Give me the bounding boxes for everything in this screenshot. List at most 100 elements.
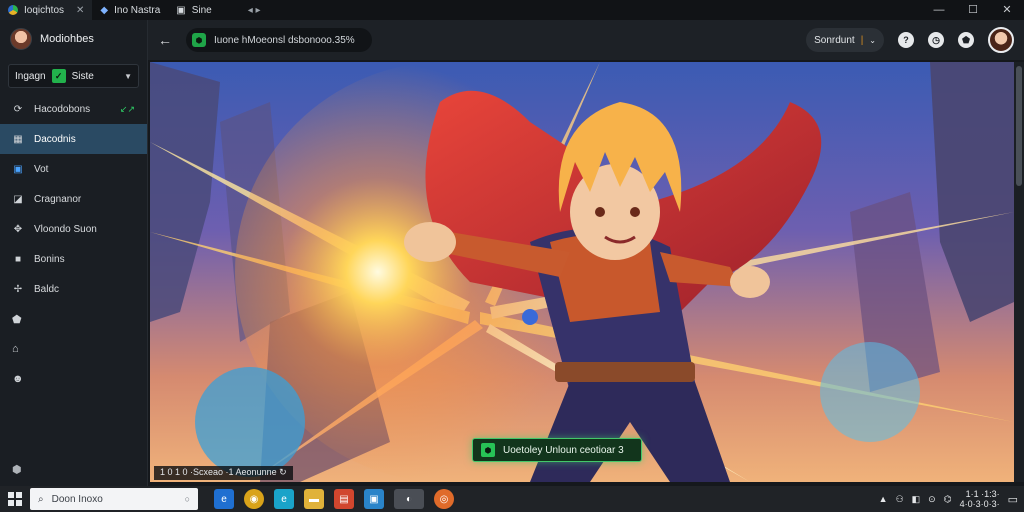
home-icon[interactable]: ⌂ — [0, 334, 147, 364]
back-arrow-icon[interactable]: ← — [158, 32, 176, 48]
help-icon[interactable]: ? — [898, 32, 914, 48]
media-icon[interactable]: ◎ — [434, 489, 454, 509]
cortana-icon[interactable]: ○ — [185, 494, 190, 504]
top-right-controls: Sonrdunt | ⌄ ? ◷ ⬟ — [806, 27, 1014, 53]
search-placeholder: Doon Inoxo — [51, 493, 103, 505]
shield-icon[interactable]: ⬟ — [0, 304, 147, 334]
edge-icon[interactable]: e — [274, 489, 294, 509]
chevron-down-icon: ⌄ — [869, 35, 876, 45]
windows-start-icon[interactable] — [6, 490, 24, 508]
system-tray: ▲ ⚇ ◧ ⊙ ⌬ 1·1 ·1:3· 4·0·3·0·3· ▭ — [879, 489, 1018, 509]
dropdown-label: Sonrdunt — [814, 34, 855, 46]
sidebar-item-label: Dacodnis — [34, 133, 76, 145]
people-icon[interactable]: ☻ — [0, 364, 147, 394]
profile-name: Modiohbes — [40, 33, 94, 45]
scrollbar-thumb[interactable] — [1016, 66, 1022, 186]
expand-icon: ↙↗ — [119, 103, 135, 114]
sidebar-item-dacodnis[interactable]: ▦ Dacodnis — [0, 124, 147, 154]
game-viewport[interactable]: 1 0 1 0 ·Scxeao ·1 Aeonunne ↻ ⬢ Uoetoley… — [150, 62, 1014, 482]
sidebar-item-label: Hacodobons — [34, 103, 91, 115]
tab-label: Ino Nastra — [114, 4, 161, 16]
page-icon: ▣ — [176, 4, 186, 16]
address-text: Iuone hMoeonsl dsbonooo.35% — [214, 34, 355, 46]
sidebar-item-cragnanor[interactable]: ◪ Cragnanor — [0, 184, 147, 214]
maximize-button[interactable]: ☐ — [956, 0, 990, 20]
tab-label: Sine — [191, 4, 212, 16]
sidebar-item-label: Baldc — [34, 283, 60, 295]
clock-icon[interactable]: ◷ — [928, 32, 944, 48]
sidebar: Modiohbes Ingagn ✓ Siste ▼ ⟳ Hacodobons … — [0, 20, 148, 486]
account-dropdown[interactable]: Sonrdunt | ⌄ — [806, 28, 884, 52]
status-line: 1 0 1 0 ·Scxeao ·1 Aeonunne ↻ — [154, 466, 293, 480]
unlock-button-label: Uoetoley Unloun ceotioar 3 — [503, 444, 624, 456]
app-logo-icon — [8, 5, 18, 15]
calendar-icon: ▦ — [13, 133, 23, 145]
profile-header[interactable]: Modiohbes — [0, 20, 147, 58]
sidebar-item-label: Cragnanor — [34, 193, 82, 205]
clock[interactable]: 1·1 ·1:3· 4·0·3·0·3· — [960, 489, 1000, 509]
window-icon[interactable]: ▣ — [364, 489, 384, 509]
user-avatar[interactable] — [988, 27, 1014, 53]
puzzle-icon: ✢ — [13, 283, 23, 295]
tab-sine[interactable]: ▣ Sine ◂ ▸ — [168, 0, 268, 20]
tag-icon: ◪ — [13, 193, 23, 205]
library-selector[interactable]: Ingagn ✓ Siste ▼ — [8, 64, 139, 88]
tab-menu-icon[interactable]: ◂ ▸ — [248, 5, 261, 16]
sidebar-item-vloondo-suon[interactable]: ✥ Vloondo Suon — [0, 214, 147, 244]
search-icon: ⌕ — [38, 493, 44, 505]
unlock-shield-icon: ⬢ — [481, 443, 495, 457]
check-icon: ✓ — [51, 69, 66, 83]
minimize-button[interactable]: — — [922, 0, 956, 20]
tab-ino-nastra[interactable]: ◆ Ino Nastra — [92, 0, 168, 20]
box-icon: ■ — [14, 253, 22, 265]
chevron-down-icon: ▼ — [124, 71, 132, 81]
settings-icon[interactable]: ⬢ — [12, 463, 22, 476]
network-icon[interactable]: ⚇ — [896, 494, 904, 505]
shield-icon[interactable]: ⬟ — [958, 32, 974, 48]
sidebar-item-vot[interactable]: ▣ Vot — [0, 154, 147, 184]
game-app-icon[interactable]: ◐ — [394, 489, 424, 509]
avatar — [10, 28, 32, 50]
sidebar-item-hacodobons[interactable]: ⟳ Hacodobons ↙↗ — [0, 94, 147, 124]
clock-time: 1·1 ·1:3· — [965, 489, 1000, 499]
sidebar-item-label: Bonins — [34, 253, 65, 265]
close-icon[interactable]: ✕ — [76, 5, 84, 16]
speaker-icon[interactable]: ◧ — [912, 494, 921, 505]
tab-label: Ioqichtos — [24, 4, 65, 16]
divider: | — [860, 34, 864, 46]
clock-date: 4·0·3·0·3· — [959, 499, 1000, 509]
folder-icon[interactable]: ▬ — [304, 489, 324, 509]
taskbar-search[interactable]: ⌕ Doon Inoxo ○ — [30, 488, 198, 510]
square-icon: ▣ — [13, 163, 23, 175]
address-bar[interactable]: ⬢ Iuone hMoeonsl dsbonooo.35% — [186, 28, 372, 52]
selector-right-label: Siste — [71, 70, 94, 82]
selector-left-label: Ingagn — [15, 70, 46, 82]
taskbar: ⌕ Doon Inoxo ○ e ◉ e ▬ ▤ ▣ ◐ ◎ ▲ ⚇ ◧ ⊙ ⌬… — [0, 486, 1024, 512]
window-controls: — ☐ ✕ — [922, 0, 1024, 20]
store-icon[interactable]: ▤ — [334, 489, 354, 509]
notifications-icon[interactable]: ▭ — [1008, 493, 1018, 506]
sidebar-nav: ⟳ Hacodobons ↙↗ ▦ Dacodnis ▣ Vot ◪ Cragn… — [0, 94, 147, 394]
up-arrow-icon[interactable]: ▲ — [879, 494, 888, 504]
wifi-icon[interactable]: ⌬ — [944, 494, 952, 505]
scrollbar[interactable] — [1014, 62, 1024, 482]
controller-icon: ◆ — [100, 4, 109, 16]
taskbar-apps: e ◉ e ▬ ▤ ▣ ◐ ◎ — [214, 489, 454, 509]
app-window: Ioqichtos ✕ ◆ Ino Nastra ▣ Sine ◂ ▸ — ☐ … — [0, 0, 1024, 512]
close-window-button[interactable]: ✕ — [990, 0, 1024, 20]
sidebar-item-bonins[interactable]: ■ Bonins — [0, 244, 147, 274]
sidebar-item-label: Vot — [34, 163, 49, 175]
secure-shield-icon: ⬢ — [192, 33, 206, 47]
sidebar-item-label: Vloondo Suon — [34, 223, 97, 235]
sidebar-item-baldc[interactable]: ✢ Baldc — [0, 274, 147, 304]
gamepad-icon: ✥ — [13, 223, 23, 235]
game-artwork — [150, 62, 1014, 482]
browser-icon[interactable]: e — [214, 489, 234, 509]
title-bar: Ioqichtos ✕ ◆ Ino Nastra ▣ Sine ◂ ▸ — ☐ … — [0, 0, 1024, 20]
tab-ioqichtos[interactable]: Ioqichtos ✕ — [0, 0, 93, 20]
refresh-icon: ⟳ — [13, 103, 23, 115]
chrome-icon[interactable]: ◉ — [244, 489, 264, 509]
unlock-button[interactable]: ⬢ Uoetoley Unloun ceotioar 3 — [472, 438, 642, 462]
battery-icon[interactable]: ⊙ — [928, 494, 936, 505]
top-bar: ← ⬢ Iuone hMoeonsl dsbonooo.35% Sonrdunt… — [148, 20, 1024, 60]
